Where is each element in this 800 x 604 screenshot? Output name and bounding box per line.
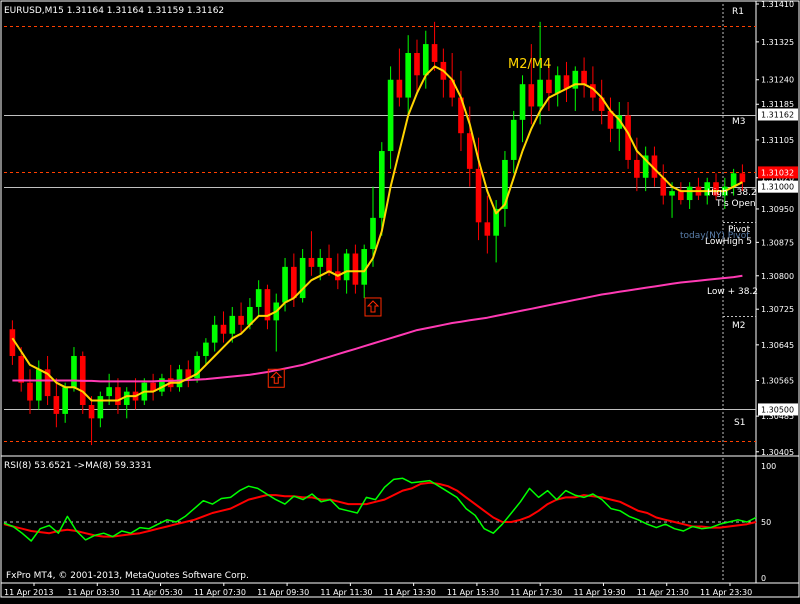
rsi-tick-label: 0	[761, 574, 766, 583]
copyright-footer: FxPro MT4, © 2001-2013, MetaQuotes Softw…	[6, 571, 249, 581]
candle-up	[378, 151, 385, 218]
level-label-m3: M3	[732, 117, 746, 127]
rsi-title: RSI(8) 53.6521 ->MA(8) 59.3331	[4, 461, 152, 471]
time-tick-label: 11 Apr 19:30	[573, 588, 625, 597]
price-box-label: 1.31162	[761, 110, 794, 119]
rsi-tick-label: 100	[761, 462, 776, 471]
candle-down	[88, 404, 95, 419]
candle-up	[35, 369, 42, 401]
candle-down	[238, 315, 244, 325]
candle-up	[62, 387, 68, 414]
chart-header: EURUSD,M15 1.31164 1.31164 1.31159 1.311…	[4, 6, 224, 16]
price-tick-label: 1.31410	[761, 0, 794, 9]
candle-up	[229, 315, 236, 334]
rsi-tick-label: 50	[761, 518, 771, 527]
candle-up	[686, 186, 693, 201]
annotation-high-382: High - 38.2	[707, 188, 757, 198]
time-tick-label: 11 Apr 11:30	[320, 588, 372, 597]
annotation-m2m4: M2/M4	[508, 57, 551, 72]
price-tick-label: 1.30875	[761, 238, 794, 247]
candle-up	[554, 75, 561, 94]
level-label-r1: R1	[732, 7, 744, 17]
price-box-label: 1.31000	[761, 183, 794, 192]
level-label-m2: M2	[732, 321, 746, 331]
annotation-ts-open: T's Open	[715, 199, 756, 209]
price-tick-label: 1.30405	[761, 448, 794, 457]
price-tick-label: 1.30800	[761, 272, 794, 281]
candle-down	[431, 44, 438, 62]
candle-down	[326, 257, 332, 272]
candle-down	[396, 79, 403, 98]
level-label-s1: S1	[734, 418, 745, 428]
annotation-low-382: Low + 38.2	[707, 287, 758, 297]
candle-down	[739, 173, 746, 183]
candle-down	[484, 222, 491, 236]
price-box-label: 1.31032	[761, 168, 794, 177]
candle-down	[546, 79, 552, 94]
candle-up	[211, 324, 218, 343]
annotation-lowhigh: LowHigh 5	[705, 237, 752, 247]
price-tick-label: 1.30645	[761, 341, 794, 350]
candle-up	[176, 369, 183, 388]
candle-up	[203, 342, 209, 356]
candle-up	[282, 266, 288, 303]
candle-down	[53, 396, 60, 414]
time-tick-label: 11 Apr 13:30	[384, 588, 436, 597]
candle-down	[475, 168, 482, 223]
price-tick-label: 1.30565	[761, 376, 794, 385]
time-tick-label: 11 Apr 15:30	[447, 588, 499, 597]
price-tick-label: 1.30950	[761, 205, 794, 214]
time-tick-label: 11 Apr 21:30	[637, 588, 689, 597]
candle-up	[255, 289, 262, 307]
candle-up	[370, 217, 376, 250]
candle-down	[466, 133, 473, 169]
time-tick-label: 11 Apr 03:30	[67, 588, 119, 597]
price-tick-label: 1.31185	[761, 100, 794, 109]
candle-up	[510, 119, 517, 160]
chart-root: 1.31410 1.31325 1.31240 1.31185 1.31105 1.310…	[0, 0, 800, 600]
candle-up	[405, 53, 412, 98]
candle-down	[220, 324, 227, 334]
candle-up	[106, 387, 112, 397]
candle-up	[519, 84, 526, 120]
price-box-label: 1.30500	[761, 405, 794, 414]
candle-up	[537, 79, 543, 107]
candle-up	[97, 396, 104, 419]
price-tick-label: 1.30725	[761, 305, 794, 314]
time-tick-label: 11 Apr 2013	[4, 588, 53, 597]
candle-down	[18, 355, 25, 383]
time-tick-label: 11 Apr 05:30	[131, 588, 183, 597]
candle-down	[678, 191, 684, 201]
time-tick-label: 11 Apr 07:30	[194, 588, 246, 597]
candle-up	[387, 79, 394, 152]
candle-down	[291, 266, 297, 299]
candle-up	[669, 191, 675, 196]
time-tick-label: 11 Apr 09:30	[257, 588, 309, 597]
candle-down	[352, 253, 359, 285]
candle-down	[27, 382, 33, 401]
time-tick-label: 11 Apr 17:30	[510, 588, 562, 597]
price-tick-label: 1.31325	[761, 38, 794, 47]
candle-down	[115, 387, 121, 405]
candle-up	[422, 44, 429, 76]
price-tick-label: 1.31240	[761, 76, 794, 85]
candle-down	[528, 84, 535, 107]
price-tick-label: 1.31105	[761, 136, 794, 145]
candle-down	[308, 257, 315, 267]
candle-up	[343, 253, 350, 281]
candle-up	[317, 257, 324, 267]
candle-down	[581, 70, 587, 85]
time-tick-label: 11 Apr 23:30	[700, 588, 752, 597]
chart-canvas: 1.31410 1.31325 1.31240 1.31185 1.31105 1.310…	[0, 0, 800, 600]
candle-down	[634, 159, 640, 178]
candle-up	[71, 355, 77, 388]
candle-down	[414, 53, 420, 76]
candle-up	[123, 391, 130, 405]
